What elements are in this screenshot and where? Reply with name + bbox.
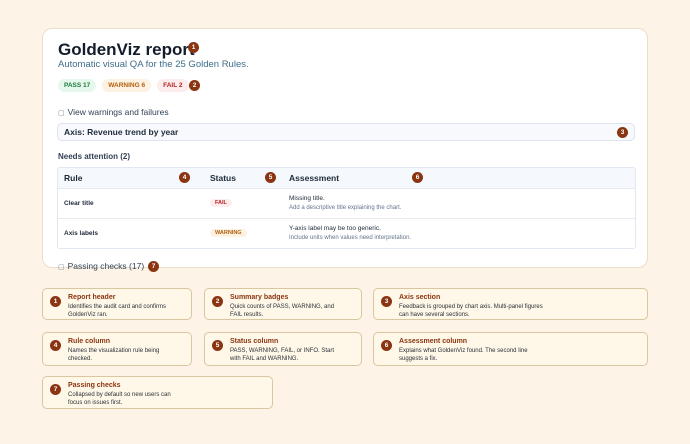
- assessment-cell: Missing title. Add a descriptive title e…: [283, 189, 635, 218]
- table-row: Clear title FAIL Missing title. Add a de…: [58, 188, 635, 218]
- marker-7: 7: [148, 261, 159, 272]
- status-badge: FAIL: [210, 199, 232, 207]
- callout-body: Names the visualization rule being check…: [68, 348, 160, 362]
- callout-body: Quick counts of PASS, WARNING, and FAIL …: [230, 304, 335, 318]
- assessment-cell: Y-axis label may be too generic. Include…: [283, 219, 635, 248]
- callout-marker: 4: [50, 340, 61, 351]
- assessment-suggestion: Add a descriptive title explaining the c…: [289, 205, 402, 211]
- callout-marker: 5: [212, 340, 223, 351]
- callout-rule-column: 4 Rule column Names the visualization ru…: [42, 332, 192, 366]
- marker-4: 4: [179, 172, 190, 183]
- callout-title: Rule column: [68, 338, 111, 345]
- callout-title: Status column: [230, 338, 279, 345]
- assessment-column-header: Assessment 6: [283, 168, 635, 188]
- table-row: Axis labels WARNING Y-axis label may be …: [58, 218, 635, 248]
- status-cell: FAIL: [204, 189, 283, 218]
- warnings-toggle[interactable]: ▢ View warnings and failures: [58, 107, 169, 117]
- disclosure-icon: ▢: [58, 264, 65, 271]
- marker-1: 1: [188, 42, 199, 53]
- callout-marker: 2: [212, 296, 223, 307]
- callout-marker: 3: [381, 296, 392, 307]
- assessment-suggestion: Include units when values need interpret…: [289, 235, 412, 241]
- marker-3: 3: [617, 127, 628, 138]
- needs-attention-heading: Needs attention (2): [58, 152, 131, 161]
- fail-badge: FAIL 2: [157, 79, 189, 92]
- marker-6: 6: [412, 172, 423, 183]
- callout-body: Identifies the audit card and confirms G…: [68, 304, 167, 318]
- assessment-header-label: Assessment: [289, 173, 340, 183]
- warnings-toggle-label: View warnings and failures: [67, 107, 169, 117]
- marker-2: 2: [189, 80, 200, 91]
- report-title: GoldenViz report: [58, 40, 195, 59]
- report-subtitle: Automatic visual QA for the 25 Golden Ru…: [58, 59, 249, 70]
- summary-badges: PASS 17 WARNING 6 FAIL 2: [58, 79, 189, 92]
- passing-checks-toggle[interactable]: ▢ Passing checks (17): [58, 261, 144, 271]
- warning-badge: WARNING 6: [102, 79, 152, 92]
- callout-title: Passing checks: [68, 382, 121, 389]
- axis-section-header[interactable]: Axis: Revenue trend by year: [57, 123, 635, 141]
- callout-axis-section: 3 Axis section Feedback is grouped by ch…: [373, 288, 648, 320]
- callout-title: Axis section: [399, 294, 441, 301]
- callout-passing-checks: 7 Passing checks Collapsed by default so…: [42, 376, 273, 409]
- callout-title: Assessment column: [399, 338, 468, 345]
- assessment-text: Y-axis label may be too generic.: [289, 225, 381, 232]
- callout-status-column: 5 Status column PASS, WARNING, FAIL, or …: [204, 332, 362, 366]
- rule-cell: Clear title: [64, 200, 94, 207]
- rule-column-header: Rule 4: [58, 168, 204, 188]
- callout-body: Collapsed by default so new users can fo…: [68, 392, 171, 406]
- callout-body: Feedback is grouped by chart axis. Multi…: [399, 304, 543, 318]
- status-badge: WARNING: [210, 229, 247, 237]
- callout-title: Report header: [68, 294, 116, 301]
- callout-marker: 7: [50, 384, 61, 395]
- callout-summary-badges: 2 Summary badges Quick counts of PASS, W…: [204, 288, 362, 320]
- callout-report-header: 1 Report header Identifies the audit car…: [42, 288, 192, 320]
- pass-badge: PASS 17: [58, 79, 97, 92]
- callout-title: Summary badges: [230, 294, 289, 301]
- status-header-label: Status: [210, 173, 236, 183]
- rule-cell: Axis labels: [64, 230, 98, 237]
- marker-5: 5: [265, 172, 276, 183]
- disclosure-icon: ▢: [58, 110, 65, 117]
- results-table: Rule 4 Status 5 Assessment 6 Clear title…: [57, 167, 636, 249]
- rule-header-label: Rule: [64, 173, 83, 183]
- callout-assessment-column: 6 Assessment column Explains what Golden…: [373, 332, 648, 366]
- report-card: GoldenViz report 1 Automatic visual QA f…: [42, 28, 648, 272]
- callout-body: PASS, WARNING, FAIL, or INFO. Start with…: [230, 348, 335, 362]
- passing-checks-label: Passing checks (17): [67, 261, 145, 271]
- callout-body: Explains what GoldenViz found. The secon…: [399, 348, 528, 362]
- callout-marker: 6: [381, 340, 392, 351]
- callout-marker: 1: [50, 296, 61, 307]
- status-cell: WARNING: [204, 219, 283, 248]
- assessment-text: Missing title.: [289, 195, 325, 202]
- status-column-header: Status 5: [204, 168, 283, 188]
- table-header-row: Rule 4 Status 5 Assessment 6: [58, 168, 635, 188]
